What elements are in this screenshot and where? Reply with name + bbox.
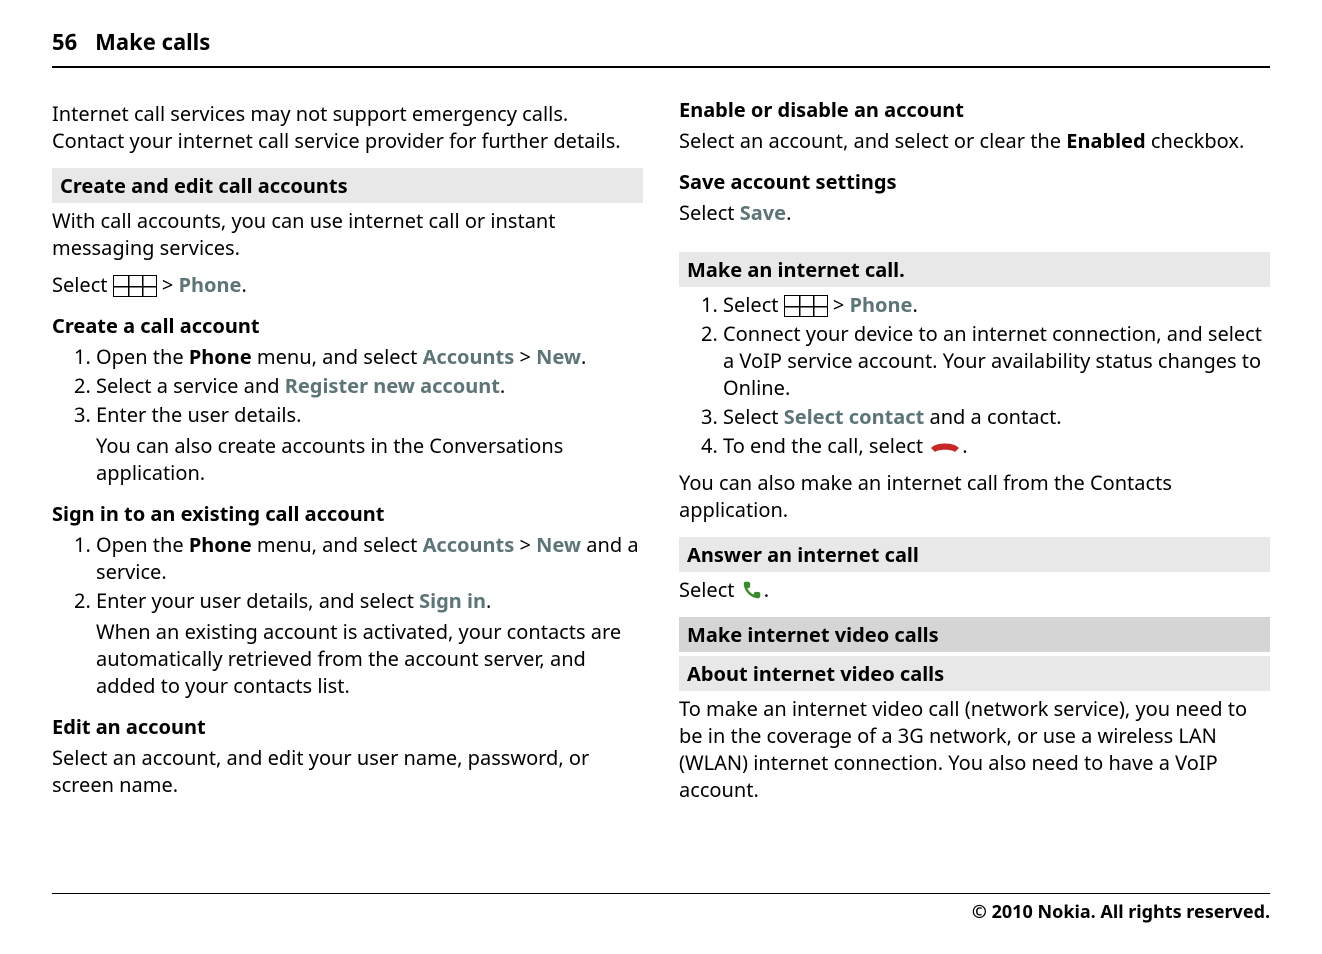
list-item: To end the call, select . [723,432,1270,459]
page-footer: © 2010 Nokia. All rights reserved. [52,893,1270,924]
list-item: Open the Phone menu, and select Accounts… [96,343,643,370]
menu-accounts: Accounts [423,343,515,370]
text: > [514,343,536,370]
text: . [912,291,917,318]
text: . [962,432,967,459]
text: . [581,343,586,370]
select-phone-line: Select > Phone. [52,271,643,298]
text: . [786,199,791,226]
text: . [764,576,769,603]
menu-save: Save [740,199,786,226]
text: Open the [96,343,189,370]
grid-menu-icon [113,275,157,297]
end-call-icon [928,434,962,450]
list-item: Enter the user details. You can also cre… [96,401,643,486]
document-page: 56 Make calls Internet call services may… [0,0,1322,954]
signin-steps: Open the Phone menu, and select Accounts… [52,531,643,699]
right-column: Enable or disable an account Select an a… [679,96,1270,813]
paragraph-enable: Select an account, and select or clear t… [679,127,1270,154]
heading-enable: Enable or disable an account [679,96,1270,123]
heading-edit-account: Edit an account [52,713,643,740]
text: . [500,372,505,399]
heading-answer: Answer an internet call [679,537,1270,572]
text: . [241,271,246,298]
text: Select [723,291,784,318]
make-call-steps: Select > Phone. Connect your device to a… [679,291,1270,459]
list-item: Select a service and Register new accoun… [96,372,643,399]
list-item: Connect your device to an internet conne… [723,320,1270,401]
heading-video-calls: Make internet video calls [679,617,1270,652]
text: Select [679,576,740,603]
menu-phone: Phone [189,531,252,558]
text: Select a service and [96,372,285,399]
paragraph-edit: Select an account, and edit your user na… [52,744,643,798]
step-note: You can also create accounts in the Conv… [96,432,643,486]
left-column: Internet call services may not support e… [52,96,643,813]
paragraph-create-edit: With call accounts, you can use internet… [52,207,643,261]
text: Open the [96,531,189,558]
paragraph-answer: Select . [679,576,1270,603]
menu-new: New [536,343,581,370]
paragraph-save: Select Save. [679,199,1270,226]
grid-menu-icon [784,295,828,317]
menu-signin: Sign in [419,587,486,614]
paragraph-make-note: You can also make an internet call from … [679,469,1270,523]
heading-create-edit: Create and edit call accounts [52,168,643,203]
step-note: When an existing account is activated, y… [96,618,643,699]
text: Enter the user details. [96,401,301,428]
text: To end the call, select [723,432,928,459]
section-title: Make calls [95,28,210,58]
menu-register: Register new account [285,372,500,399]
heading-save: Save account settings [679,168,1270,195]
page-header: 56 Make calls [52,28,1270,68]
text: Select an account, and select or clear t… [679,127,1066,154]
text: and a contact. [924,403,1061,430]
answer-call-icon [740,579,764,601]
text: > [828,291,850,318]
text: . [486,587,491,614]
menu-phone: Phone [179,271,242,298]
paragraph-video: To make an internet video call (network … [679,695,1270,803]
heading-signin: Sign in to an existing call account [52,500,643,527]
menu-phone: Phone [189,343,252,370]
text: > [514,531,536,558]
text: checkbox. [1146,127,1245,154]
list-item: Select Select contact and a contact. [723,403,1270,430]
menu-phone: Phone [850,291,913,318]
page-number: 56 [52,28,77,58]
list-item: Open the Phone menu, and select Accounts… [96,531,643,585]
heading-create-account: Create a call account [52,312,643,339]
text: Select [723,403,784,430]
create-steps: Open the Phone menu, and select Accounts… [52,343,643,486]
menu-accounts: Accounts [423,531,515,558]
copyright: © 2010 Nokia. All rights reserved. [972,900,1270,924]
content-columns: Internet call services may not support e… [52,96,1270,813]
menu-select-contact: Select contact [784,403,925,430]
menu-new: New [536,531,581,558]
text: > [157,271,179,298]
list-item: Enter your user details, and select Sign… [96,587,643,699]
list-item: Select > Phone. [723,291,1270,318]
heading-about-video: About internet video calls [679,656,1270,691]
intro-paragraph: Internet call services may not support e… [52,100,643,154]
text: Select [679,199,740,226]
heading-make-call: Make an internet call. [679,252,1270,287]
text: menu, and select [252,531,423,558]
label-enabled: Enabled [1066,127,1145,154]
text: menu, and select [252,343,423,370]
text: Enter your user details, and select [96,587,419,614]
text: Select [52,271,113,298]
